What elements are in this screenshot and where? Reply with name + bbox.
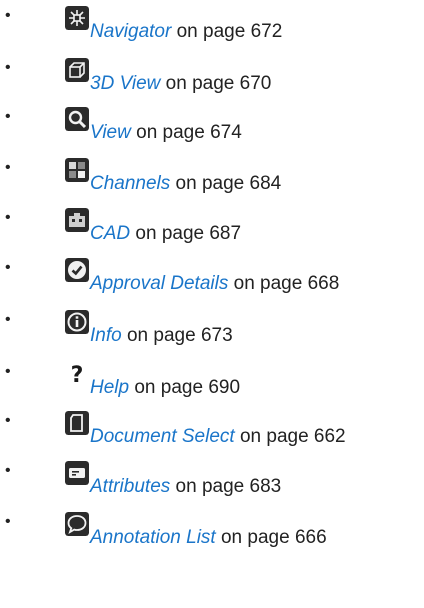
list-item: • Annotation List on page 666 (0, 512, 424, 552)
bullet: • (5, 59, 11, 76)
bullet: • (5, 363, 11, 380)
link-3d-view[interactable]: 3D View (90, 73, 160, 94)
link-channels[interactable]: Channels (90, 173, 170, 194)
bullet: • (5, 159, 11, 176)
item-text: Attributes on page 683 (90, 476, 282, 497)
link-info[interactable]: Info (90, 325, 122, 346)
navigator-icon (65, 6, 89, 30)
list-item: • Attributes on page 683 (0, 461, 424, 501)
list-item: • Approval Details on page 668 (0, 258, 424, 298)
document-select-icon (65, 411, 89, 435)
item-text: Annotation List on page 666 (90, 527, 327, 548)
bullet: • (5, 108, 11, 125)
item-text: View on page 674 (90, 122, 242, 143)
item-text: Channels on page 684 (90, 173, 282, 194)
item-text: 3D View on page 670 (90, 73, 272, 94)
item-text: Approval Details on page 668 (90, 273, 340, 294)
link-view[interactable]: View (90, 122, 131, 143)
list-item: • Info on page 673 (0, 310, 424, 350)
bullet: • (5, 209, 11, 226)
item-text: Help on page 690 (90, 377, 241, 398)
item-text: Info on page 673 (90, 325, 233, 346)
bullet: • (5, 513, 11, 530)
bullet: • (5, 259, 11, 276)
link-help[interactable]: Help (90, 377, 129, 398)
list-item: • Document Select on page 662 (0, 411, 424, 451)
bullet: • (5, 412, 11, 429)
cad-icon (65, 208, 89, 232)
item-text: CAD on page 687 (90, 223, 242, 244)
info-icon (65, 310, 89, 334)
list-item: • 3D View on page 670 (0, 58, 424, 98)
list-item: • Channels on page 684 (0, 158, 424, 198)
bullet: • (5, 7, 11, 24)
link-document-select[interactable]: Document Select (90, 426, 235, 447)
annotation-list-icon (65, 512, 89, 536)
link-annotation-list[interactable]: Annotation List (90, 527, 216, 548)
bullet: • (5, 462, 11, 479)
item-text: Document Select on page 662 (90, 426, 346, 447)
item-text: Navigator on page 672 (90, 21, 283, 42)
link-cad[interactable]: CAD (90, 223, 130, 244)
view-icon (65, 107, 89, 131)
link-navigator[interactable]: Navigator (90, 21, 171, 42)
help-icon: ? (65, 362, 89, 386)
list-item: • CAD on page 687 (0, 208, 424, 248)
svg-text:?: ? (71, 363, 84, 386)
list-item: • ? Help on page 690 (0, 362, 424, 402)
list-item: • View on page 674 (0, 107, 424, 147)
3d-view-icon (65, 58, 89, 82)
channels-icon (65, 158, 89, 182)
link-approval-details[interactable]: Approval Details (90, 273, 228, 294)
attributes-icon (65, 461, 89, 485)
approval-details-icon (65, 258, 89, 282)
list-item: • Navigator on page 672 (0, 6, 424, 46)
bullet: • (5, 311, 11, 328)
link-attributes[interactable]: Attributes (90, 476, 170, 497)
